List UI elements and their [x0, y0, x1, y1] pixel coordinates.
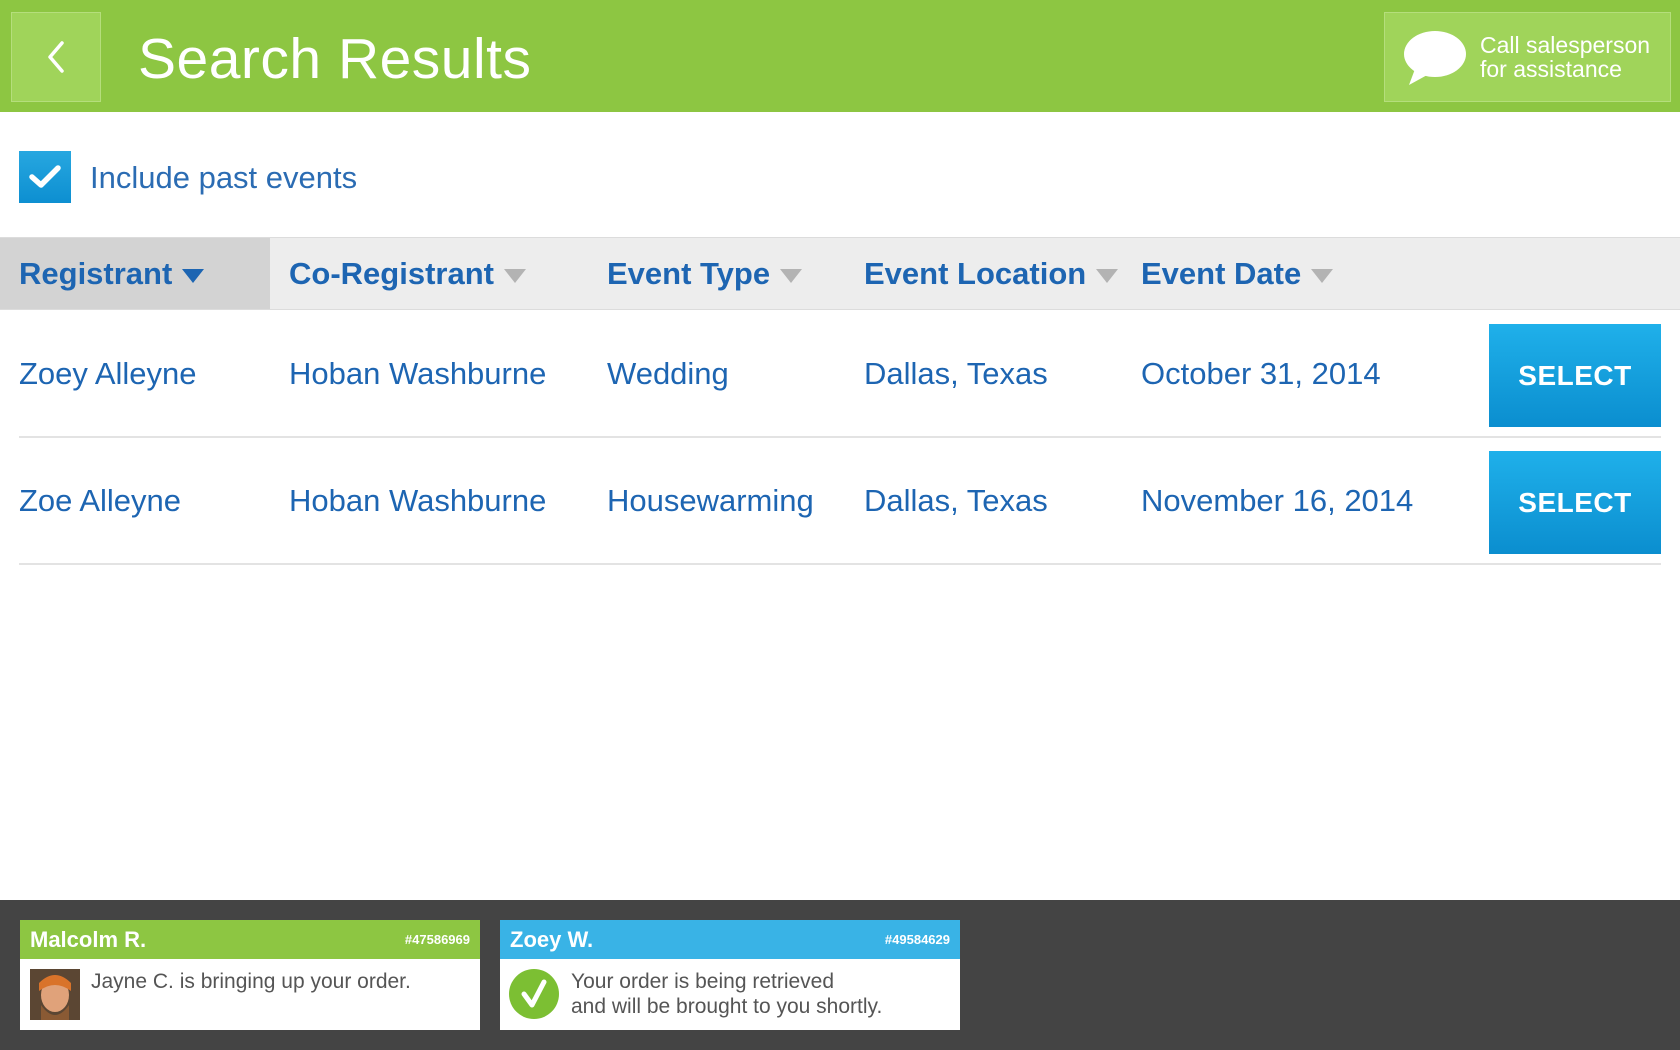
customer-name: Zoey W.	[510, 926, 594, 952]
table-row: Zoe Alleyne Hoban Washburne Housewarming…	[19, 438, 1661, 565]
checkmark-circle-icon	[509, 969, 559, 1019]
call-line-2: for assistance	[1480, 56, 1622, 82]
customer-name: Malcolm R.	[30, 926, 147, 952]
notification-message: Your order is being retrieved and will b…	[571, 969, 882, 1019]
order-number: #47586969	[404, 932, 470, 947]
column-label: Event Location	[864, 255, 1087, 291]
column-header-event-type[interactable]: Event Type	[607, 238, 803, 309]
avatar	[30, 969, 80, 1020]
select-button[interactable]: SELECT	[1489, 324, 1661, 427]
event-date-cell: October 31, 2014	[1141, 355, 1381, 391]
call-salesperson-text: Call salesperson for assistance	[1480, 33, 1665, 81]
notification-body: Jayne C. is bringing up your order.	[20, 959, 480, 1030]
column-header-co-registrant[interactable]: Co-Registrant	[289, 238, 526, 309]
sort-arrow-icon	[182, 268, 205, 283]
sort-arrow-icon	[780, 268, 803, 283]
event-type-cell: Wedding	[607, 355, 729, 391]
co-registrant-cell: Hoban Washburne	[289, 482, 547, 518]
notification-header: Malcolm R. #47586969	[20, 920, 480, 959]
event-location-cell: Dallas, Texas	[864, 482, 1048, 518]
column-header-event-location[interactable]: Event Location	[864, 238, 1119, 309]
order-number: #49584629	[884, 932, 950, 947]
notification-body: Your order is being retrieved and will b…	[500, 959, 960, 1030]
table-header: Registrant Co-Registrant Event Type Even…	[0, 237, 1680, 310]
column-label: Event Type	[607, 255, 771, 291]
speech-bubble-icon	[1404, 31, 1466, 85]
column-label: Co-Registrant	[289, 255, 494, 291]
column-label: Registrant	[19, 255, 173, 291]
select-button[interactable]: SELECT	[1489, 451, 1661, 554]
checkmark-icon	[29, 165, 61, 188]
event-type-cell: Housewarming	[607, 482, 814, 518]
sort-arrow-icon	[1311, 268, 1334, 283]
column-label: Event Date	[1141, 255, 1302, 291]
back-button[interactable]	[11, 12, 101, 102]
include-past-label[interactable]: Include past events	[90, 160, 357, 196]
table-row: Zoey Alleyne Hoban Washburne Wedding Dal…	[19, 311, 1661, 438]
column-header-event-date[interactable]: Event Date	[1141, 238, 1334, 309]
registrant-cell: Zoey Alleyne	[19, 355, 197, 391]
event-location-cell: Dallas, Texas	[864, 355, 1048, 391]
sort-arrow-icon	[503, 268, 526, 283]
call-line-1: Call salesperson	[1480, 32, 1651, 58]
header-bar: Search Results Call salesperson for assi…	[0, 0, 1680, 112]
notification-card-zoey[interactable]: Zoey W. #49584629 Your order is being re…	[500, 920, 960, 1030]
notification-card-malcolm[interactable]: Malcolm R. #47586969 Jayne C. is bringin…	[20, 920, 480, 1030]
page-title: Search Results	[138, 27, 532, 91]
notification-bar: Malcolm R. #47586969 Jayne C. is bringin…	[0, 900, 1680, 1050]
event-date-cell: November 16, 2014	[1141, 482, 1414, 518]
sort-arrow-icon	[1096, 268, 1119, 283]
include-past-checkbox[interactable]	[19, 151, 71, 203]
chevron-left-icon	[48, 41, 64, 73]
call-salesperson-button[interactable]: Call salesperson for assistance	[1384, 12, 1671, 102]
notification-message-line-2: and will be brought to you shortly.	[571, 995, 883, 1018]
notification-header: Zoey W. #49584629	[500, 920, 960, 959]
notification-message: Jayne C. is bringing up your order.	[91, 970, 411, 993]
column-header-registrant[interactable]: Registrant	[0, 238, 270, 309]
notification-message-line-1: Your order is being retrieved	[571, 970, 835, 993]
registrant-cell: Zoe Alleyne	[19, 482, 181, 518]
co-registrant-cell: Hoban Washburne	[289, 355, 547, 391]
